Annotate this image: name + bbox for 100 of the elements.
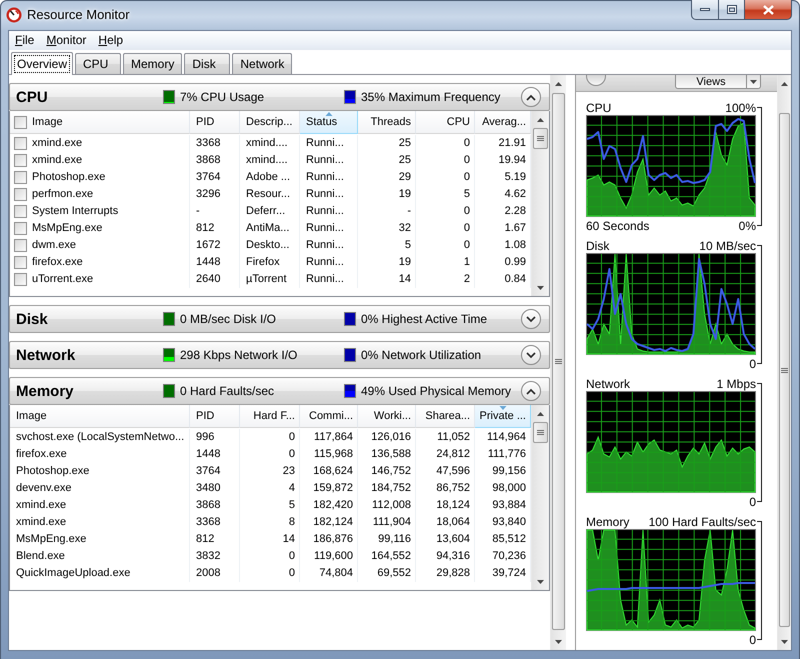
tab[interactable]: Overview bbox=[11, 52, 74, 75]
table-cell: - bbox=[358, 203, 416, 220]
column-header[interactable]: Averag... bbox=[475, 111, 531, 134]
table-cell: Deferr... bbox=[240, 203, 300, 220]
column-header[interactable]: Sharea... bbox=[416, 405, 475, 428]
table-cell: devenv.exe bbox=[10, 480, 190, 497]
checkbox[interactable] bbox=[14, 171, 27, 184]
expand-button[interactable] bbox=[521, 309, 541, 329]
close-icon bbox=[762, 4, 774, 14]
table-cell: 19 bbox=[358, 254, 416, 271]
table-cell: AntiMa... bbox=[240, 220, 300, 237]
table-cell: 0 bbox=[416, 152, 475, 169]
column-header[interactable]: Worki... bbox=[358, 405, 416, 428]
scrollbar-thumb[interactable] bbox=[779, 113, 790, 627]
checkbox[interactable] bbox=[14, 116, 27, 128]
column-header[interactable]: Hard F... bbox=[240, 405, 300, 428]
table-cell: Runni... bbox=[300, 271, 358, 288]
window-title: Resource Monitor bbox=[27, 7, 130, 23]
graph-title: Network bbox=[586, 376, 630, 390]
table-cell: 168,624 bbox=[300, 463, 358, 480]
column-header[interactable]: PID bbox=[190, 111, 240, 134]
table-cell: Runni... bbox=[300, 220, 358, 237]
scrollbar-thumb[interactable] bbox=[533, 128, 548, 149]
caret-down-icon bbox=[555, 640, 562, 644]
table-cell-text: uTorrent.exe bbox=[32, 272, 94, 287]
table-cell: µTorrent bbox=[240, 271, 300, 288]
checkbox[interactable] bbox=[14, 239, 27, 252]
table-cell: - bbox=[190, 203, 240, 220]
column-header[interactable]: Private ... bbox=[475, 405, 531, 428]
scrollbar-thumb[interactable] bbox=[533, 422, 548, 443]
column-header[interactable]: Threads bbox=[358, 111, 416, 134]
collapse-button[interactable] bbox=[521, 381, 541, 401]
checkbox[interactable] bbox=[14, 273, 27, 286]
checkbox[interactable] bbox=[14, 137, 27, 150]
tab[interactable]: Disk bbox=[184, 53, 230, 74]
close-button[interactable] bbox=[745, 0, 792, 20]
scale-min-label: 0 bbox=[749, 632, 756, 646]
metric-text: 0 Hard Faults/sec bbox=[180, 384, 274, 398]
table-cell: 94,316 bbox=[416, 548, 475, 565]
caret-down-icon bbox=[537, 286, 544, 290]
table-cell: 812 bbox=[190, 531, 240, 548]
table-cell: Runni... bbox=[300, 152, 358, 169]
column-header[interactable]: Image bbox=[10, 111, 190, 134]
table-cell: MsMpEng.exe bbox=[10, 531, 190, 548]
metric-text: 35% Maximum Frequency bbox=[361, 90, 500, 104]
table-cell: 86,752 bbox=[416, 480, 475, 497]
table-cell: 18,124 bbox=[416, 497, 475, 514]
table-cell: 0 bbox=[416, 237, 475, 254]
checkbox[interactable] bbox=[14, 154, 27, 167]
caret-up-icon bbox=[555, 82, 562, 86]
caret-up-icon bbox=[537, 412, 544, 416]
column-header[interactable]: PID bbox=[190, 405, 240, 428]
caret-down-icon bbox=[781, 640, 788, 644]
table-cell: 29 bbox=[358, 169, 416, 186]
scale-max-label: 100% bbox=[725, 100, 756, 114]
column-header[interactable]: CPU bbox=[416, 111, 475, 134]
checkbox[interactable] bbox=[14, 256, 27, 269]
table-cell: 0 bbox=[416, 203, 475, 220]
circle-button[interactable] bbox=[586, 75, 606, 86]
table-cell: Adobe ... bbox=[240, 169, 300, 186]
checkbox[interactable] bbox=[14, 188, 27, 201]
collapse-button[interactable] bbox=[521, 87, 541, 107]
column-header[interactable]: Image bbox=[10, 405, 190, 428]
table-cell-text: firefox.exe bbox=[32, 255, 83, 270]
table-cell: 13,604 bbox=[416, 531, 475, 548]
expand-button[interactable] bbox=[521, 345, 541, 365]
scale-min-label: 0 bbox=[749, 494, 756, 508]
chevron-up-icon bbox=[526, 94, 536, 100]
minimize-icon bbox=[700, 8, 710, 11]
tab[interactable]: Network bbox=[232, 53, 292, 74]
table-cell: 32 bbox=[358, 220, 416, 237]
table-cell: Photoshop.exe bbox=[10, 463, 190, 480]
sort-arrow-icon bbox=[325, 112, 332, 116]
table-cell: 3368 bbox=[190, 514, 240, 531]
table-cell: 812 bbox=[190, 220, 240, 237]
views-dropdown[interactable]: Views bbox=[675, 75, 761, 89]
table-cell: 2 bbox=[416, 271, 475, 288]
column-header[interactable]: Descrip... bbox=[240, 111, 300, 134]
tab[interactable]: CPU bbox=[75, 53, 122, 74]
column-header[interactable]: Commi... bbox=[300, 405, 358, 428]
table-cell-text: Photoshop.exe bbox=[32, 170, 106, 185]
table-cell: 0 bbox=[416, 135, 475, 152]
table-cell: Runni... bbox=[300, 169, 358, 186]
chevron-down-icon bbox=[526, 352, 536, 358]
menu-item[interactable]: Help bbox=[92, 31, 130, 50]
minimize-button[interactable] bbox=[691, 0, 719, 20]
table-cell: 119,600 bbox=[300, 548, 358, 565]
column-header[interactable]: Status bbox=[300, 111, 358, 134]
tab[interactable]: Memory bbox=[123, 53, 182, 74]
grip-icon bbox=[537, 430, 544, 435]
menu-item[interactable]: Monitor bbox=[40, 31, 92, 50]
maximize-button[interactable] bbox=[719, 0, 745, 20]
metric-text: 49% Used Physical Memory bbox=[361, 384, 512, 398]
scrollbar-thumb[interactable] bbox=[552, 93, 565, 630]
checkbox[interactable] bbox=[14, 205, 27, 218]
table-cell: 126,016 bbox=[358, 429, 416, 446]
table-cell: 996 bbox=[190, 429, 240, 446]
checkbox[interactable] bbox=[14, 222, 27, 235]
table-cell: Runni... bbox=[300, 254, 358, 271]
menu-item[interactable]: File bbox=[9, 31, 40, 50]
